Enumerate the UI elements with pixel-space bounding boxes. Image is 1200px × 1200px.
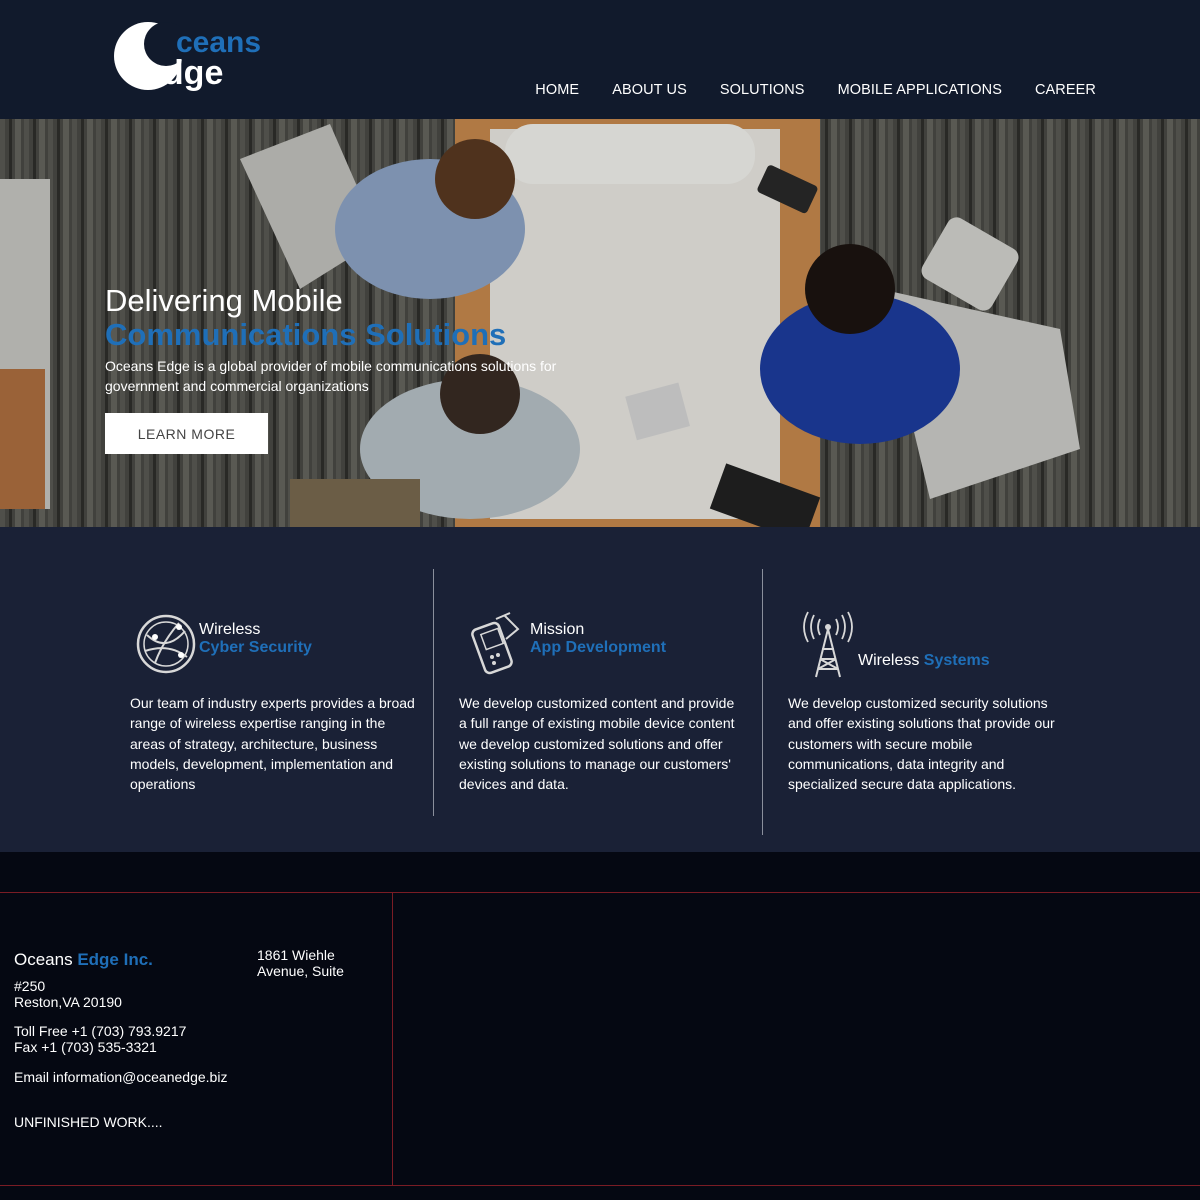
nav-career[interactable]: CAREER [1035,82,1096,98]
feature-title-2: Cyber Security [199,639,312,656]
fax-number: Fax +1 (703) 535-3321 [14,1038,157,1055]
globe-icon [136,614,196,674]
feature-description-cyber-security: Our team of industry experts provides a … [130,695,415,793]
svg-text:edge: edge [144,54,223,92]
site-footer: Oceans Edge Inc. 1861 Wiehle Avenue, Sui… [0,892,1200,1186]
nav-about-us[interactable]: ABOUT US [612,82,687,98]
street-address: 1861 Wiehle Avenue, Suite [257,947,344,979]
antenna-tower-icon [803,611,853,678]
hero-banner: Delivering Mobile Communications Solutio… [0,119,1200,527]
feature-header-wireless-systems: Wireless Systems [798,611,990,679]
hero-title-line2: Communications Solutions [105,317,507,352]
feature-title-1: Wireless [199,621,261,638]
mobile-device-icon [471,612,520,675]
email-link[interactable]: Email information@oceanedge.biz [14,1069,227,1085]
feature-description-wireless-systems: We develop customized security solutions… [788,695,1055,793]
main-nav: HOME ABOUT US SOLUTIONS MOBILE APPLICATI… [535,82,1096,98]
address-block: #250 Reston,VA 20190 [14,978,122,1010]
learn-more-button[interactable]: LEARN MORE [105,413,268,454]
suite-number: #250 [14,978,46,994]
feature-header-app-development: Mission App Development [466,611,666,677]
company-name: Oceans Edge Inc. [14,950,153,970]
features-section: Wireless Cyber Security Our team of indu… [0,527,1200,852]
contact-box: Oceans Edge Inc. 1861 Wiehle Avenue, Sui… [0,893,393,1185]
hero-text-block: Delivering Mobile Communications Solutio… [105,284,625,396]
feature-title-2: App Development [530,639,667,656]
oceans-edge-logo[interactable]: ceans edge [110,20,290,92]
company-name-part1: Oceans [14,950,73,969]
feature-title-1: Wireless [858,652,920,669]
feature-header-cyber-security: Wireless Cyber Security [135,613,312,675]
hero-title-line1: Delivering Mobile [105,283,343,318]
feature-title-1: Mission [530,621,585,638]
nav-solutions[interactable]: SOLUTIONS [720,82,805,98]
feature-divider [433,569,434,816]
city-state-zip: Reston,VA 20190 [14,993,122,1010]
nav-mobile-applications[interactable]: MOBILE APPLICATIONS [838,82,1002,98]
feature-title-2: Systems [923,652,990,669]
company-name-part2: Edge Inc. [77,950,153,969]
feature-divider [762,569,763,835]
feature-description-app-development: We develop customized content and provid… [459,695,735,793]
unfinished-note: UNFINISHED WORK.... [14,1114,163,1130]
hero-description: Oceans Edge is a global provider of mobi… [105,358,557,394]
nav-home[interactable]: HOME [535,82,579,98]
toll-free-phone[interactable]: Toll Free +1 (703) 793.9217 [14,1023,186,1040]
site-header: ceans edge HOME ABOUT US SOLUTIONS MOBIL… [0,0,1200,119]
footer-spacer [0,852,1200,892]
phone-block: Toll Free +1 (703) 793.9217 Fax +1 (703)… [14,1023,186,1055]
